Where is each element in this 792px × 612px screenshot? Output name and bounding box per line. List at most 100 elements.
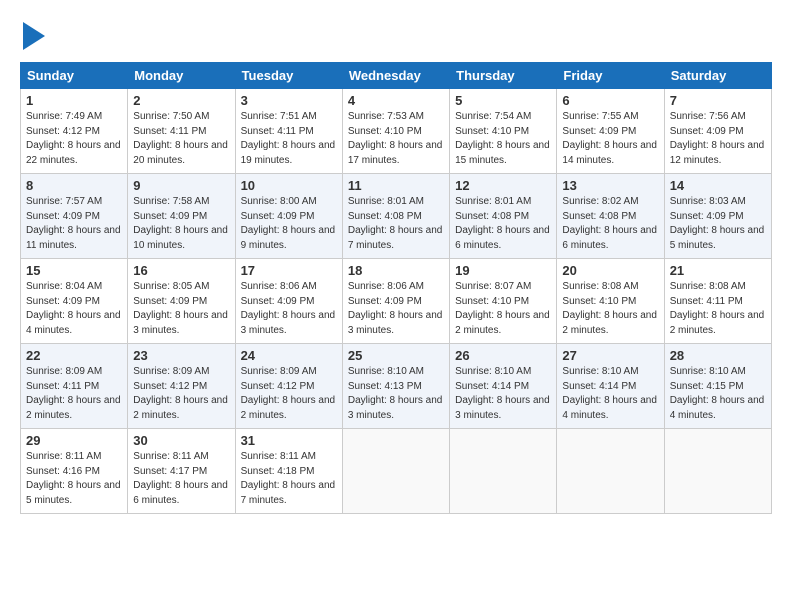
calendar-cell: 13Sunrise: 8:02 AMSunset: 4:08 PMDayligh… [557,174,664,259]
day-info: Sunrise: 7:49 AMSunset: 4:12 PMDaylight:… [26,110,122,168]
logo-arrow-icon [23,22,45,50]
calendar-cell: 24Sunrise: 8:09 AMSunset: 4:12 PMDayligh… [235,344,342,429]
calendar-cell: 23 Sunrise: 8:09 AMSunset: 4:12 PMDayligh… [128,344,235,429]
calendar-cell: 18 Sunrise: 8:06 AMSunset: 4:09 PMDayligh… [342,259,449,344]
weekday-header-thursday: Thursday [450,63,557,89]
day-info: Sunrise: 8:10 AMSunset: 4:15 PMDaylight:… [670,365,766,423]
day-number: 8 [26,178,122,193]
day-info: Sunrise: 8:04 AMSunset: 4:09 PMDaylight:… [26,280,122,338]
calendar-cell [557,429,664,514]
calendar-week-4: 22Sunrise: 8:09 AMSunset: 4:11 PMDayligh… [21,344,772,429]
day-number: 7 [670,93,766,108]
weekday-header-friday: Friday [557,63,664,89]
calendar-cell: 29Sunrise: 8:11 AMSunset: 4:16 PMDayligh… [21,429,128,514]
calendar-cell: 9 Sunrise: 7:58 AMSunset: 4:09 PMDaylight… [128,174,235,259]
day-info: Sunrise: 8:11 AMSunset: 4:18 PMDaylight:… [241,450,337,508]
page-header [20,16,772,50]
day-info: Sunrise: 8:00 AMSunset: 4:09 PMDaylight:… [241,195,337,253]
day-info: Sunrise: 8:05 AMSunset: 4:09 PMDaylight:… [133,280,229,338]
calendar-week-2: 8 Sunrise: 7:57 AMSunset: 4:09 PMDaylight… [21,174,772,259]
day-info: Sunrise: 7:50 AMSunset: 4:11 PMDaylight:… [133,110,229,168]
day-number: 10 [241,178,337,193]
day-number: 17 [241,263,337,278]
calendar-header-row: SundayMondayTuesdayWednesdayThursdayFrid… [21,63,772,89]
calendar-cell: 15 Sunrise: 8:04 AMSunset: 4:09 PMDayligh… [21,259,128,344]
day-number: 18 [348,263,444,278]
calendar-cell: 20 Sunrise: 8:08 AMSunset: 4:10 PMDayligh… [557,259,664,344]
day-info: Sunrise: 8:10 AMSunset: 4:13 PMDaylight:… [348,365,444,423]
weekday-header-wednesday: Wednesday [342,63,449,89]
day-number: 9 [133,178,229,193]
day-number: 31 [241,433,337,448]
day-info: Sunrise: 7:58 AMSunset: 4:09 PMDaylight:… [133,195,229,253]
calendar-cell: 3Sunrise: 7:51 AMSunset: 4:11 PMDaylight… [235,89,342,174]
weekday-header-sunday: Sunday [21,63,128,89]
day-info: Sunrise: 8:11 AMSunset: 4:17 PMDaylight:… [133,450,229,508]
day-info: Sunrise: 8:09 AMSunset: 4:11 PMDaylight:… [26,365,122,423]
day-number: 20 [562,263,658,278]
calendar-cell: 28 Sunrise: 8:10 AMSunset: 4:15 PMDayligh… [664,344,771,429]
day-number: 21 [670,263,766,278]
logo [20,16,45,50]
day-info: Sunrise: 8:11 AMSunset: 4:16 PMDaylight:… [26,450,122,508]
day-info: Sunrise: 8:01 AMSunset: 4:08 PMDaylight:… [348,195,444,253]
calendar-cell: 2 Sunrise: 7:50 AMSunset: 4:11 PMDaylight… [128,89,235,174]
day-info: Sunrise: 8:06 AMSunset: 4:09 PMDaylight:… [241,280,337,338]
day-info: Sunrise: 8:10 AMSunset: 4:14 PMDaylight:… [455,365,551,423]
day-info: Sunrise: 8:10 AMSunset: 4:14 PMDaylight:… [562,365,658,423]
day-number: 19 [455,263,551,278]
calendar-cell: 31 Sunrise: 8:11 AMSunset: 4:18 PMDayligh… [235,429,342,514]
calendar-cell: 5 Sunrise: 7:54 AMSunset: 4:10 PMDaylight… [450,89,557,174]
calendar-cell: 27 Sunrise: 8:10 AMSunset: 4:14 PMDayligh… [557,344,664,429]
calendar-cell: 22Sunrise: 8:09 AMSunset: 4:11 PMDayligh… [21,344,128,429]
day-number: 27 [562,348,658,363]
day-number: 30 [133,433,229,448]
calendar-cell: 12Sunrise: 8:01 AMSunset: 4:08 PMDayligh… [450,174,557,259]
calendar-cell: 16 Sunrise: 8:05 AMSunset: 4:09 PMDayligh… [128,259,235,344]
calendar-cell [664,429,771,514]
day-number: 28 [670,348,766,363]
calendar-cell: 1 Sunrise: 7:49 AMSunset: 4:12 PMDaylight… [21,89,128,174]
calendar-cell: 4 Sunrise: 7:53 AMSunset: 4:10 PMDaylight… [342,89,449,174]
day-number: 11 [348,178,444,193]
weekday-header-saturday: Saturday [664,63,771,89]
day-number: 14 [670,178,766,193]
day-number: 26 [455,348,551,363]
day-number: 3 [241,93,337,108]
calendar-cell: 17 Sunrise: 8:06 AMSunset: 4:09 PMDayligh… [235,259,342,344]
calendar-cell: 25 Sunrise: 8:10 AMSunset: 4:13 PMDayligh… [342,344,449,429]
day-number: 16 [133,263,229,278]
calendar-cell: 8 Sunrise: 7:57 AMSunset: 4:09 PMDaylight… [21,174,128,259]
day-number: 6 [562,93,658,108]
day-number: 15 [26,263,122,278]
day-number: 2 [133,93,229,108]
day-info: Sunrise: 8:08 AMSunset: 4:10 PMDaylight:… [562,280,658,338]
day-info: Sunrise: 8:01 AMSunset: 4:08 PMDaylight:… [455,195,551,253]
calendar-week-5: 29Sunrise: 8:11 AMSunset: 4:16 PMDayligh… [21,429,772,514]
day-number: 4 [348,93,444,108]
day-info: Sunrise: 7:57 AMSunset: 4:09 PMDaylight:… [26,195,122,253]
day-info: Sunrise: 8:02 AMSunset: 4:08 PMDaylight:… [562,195,658,253]
day-number: 23 [133,348,229,363]
day-info: Sunrise: 8:08 AMSunset: 4:11 PMDaylight:… [670,280,766,338]
day-number: 25 [348,348,444,363]
calendar-cell: 10 Sunrise: 8:00 AMSunset: 4:09 PMDayligh… [235,174,342,259]
calendar-table: SundayMondayTuesdayWednesdayThursdayFrid… [20,62,772,514]
day-number: 5 [455,93,551,108]
day-info: Sunrise: 7:56 AMSunset: 4:09 PMDaylight:… [670,110,766,168]
day-info: Sunrise: 8:09 AMSunset: 4:12 PMDaylight:… [133,365,229,423]
day-info: Sunrise: 7:53 AMSunset: 4:10 PMDaylight:… [348,110,444,168]
calendar-cell: 11 Sunrise: 8:01 AMSunset: 4:08 PMDayligh… [342,174,449,259]
calendar-cell: 19Sunrise: 8:07 AMSunset: 4:10 PMDayligh… [450,259,557,344]
day-info: Sunrise: 8:06 AMSunset: 4:09 PMDaylight:… [348,280,444,338]
day-info: Sunrise: 8:03 AMSunset: 4:09 PMDaylight:… [670,195,766,253]
weekday-header-monday: Monday [128,63,235,89]
calendar-cell: 21 Sunrise: 8:08 AMSunset: 4:11 PMDayligh… [664,259,771,344]
calendar-cell: 30 Sunrise: 8:11 AMSunset: 4:17 PMDayligh… [128,429,235,514]
calendar-week-3: 15 Sunrise: 8:04 AMSunset: 4:09 PMDayligh… [21,259,772,344]
day-info: Sunrise: 7:54 AMSunset: 4:10 PMDaylight:… [455,110,551,168]
day-number: 1 [26,93,122,108]
calendar-cell: 14 Sunrise: 8:03 AMSunset: 4:09 PMDayligh… [664,174,771,259]
calendar-cell: 6Sunrise: 7:55 AMSunset: 4:09 PMDaylight… [557,89,664,174]
calendar-cell: 7 Sunrise: 7:56 AMSunset: 4:09 PMDaylight… [664,89,771,174]
